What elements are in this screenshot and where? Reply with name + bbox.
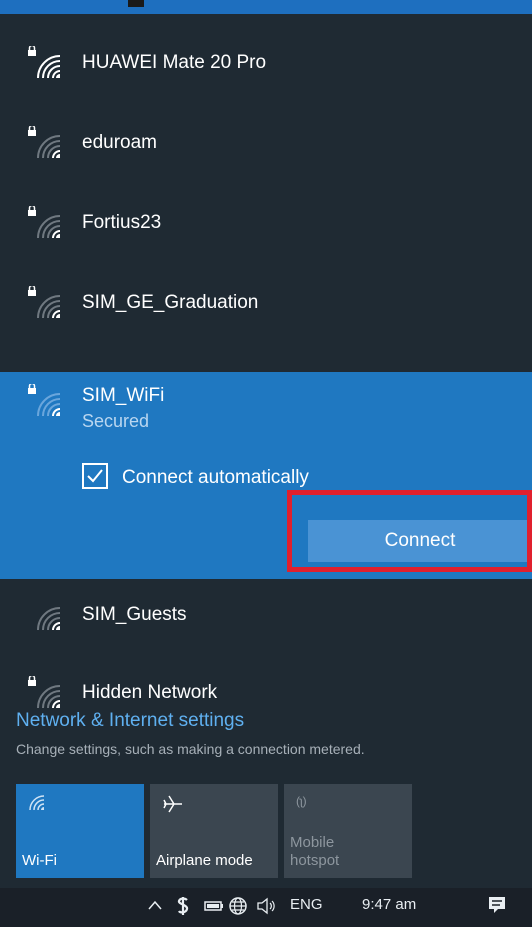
secured-wifi-icon: [28, 46, 61, 79]
checkmark-icon: [87, 469, 103, 483]
wifi-icon: [29, 795, 45, 811]
network-name: SIM_GE_Graduation: [82, 292, 259, 313]
network-item-sim-ge-graduation[interactable]: SIM_GE_Graduation: [0, 264, 532, 344]
wifi-toggle-tile[interactable]: Wi-Fi: [16, 784, 144, 878]
airplane-tile-label: Airplane mode: [156, 852, 253, 869]
action-center-icon[interactable]: [486, 894, 508, 916]
airplane-mode-tile[interactable]: Airplane mode: [150, 784, 278, 878]
network-security-status: Secured: [82, 411, 150, 431]
secured-wifi-icon: [28, 126, 61, 159]
clock[interactable]: 9:47 am: [362, 896, 416, 913]
window-top-strip: [0, 0, 532, 14]
wifi-icon: [37, 607, 61, 631]
network-name: HUAWEI Mate 20 Pro: [82, 52, 267, 73]
network-name: eduroam: [82, 132, 157, 153]
taskbar: ENG 9:47 am: [0, 888, 532, 927]
airplane-icon: [163, 795, 182, 813]
network-name: Fortius23: [82, 212, 162, 233]
network-settings-link[interactable]: Network & Internet settings: [16, 710, 244, 732]
dollar-app-icon[interactable]: [176, 896, 190, 916]
secured-wifi-icon: [28, 286, 61, 319]
hotspot-tile-label: Mobile hotspot: [290, 834, 340, 869]
wifi-tile-label: Wi-Fi: [22, 852, 57, 869]
hotspot-icon: (ʅ): [296, 794, 307, 808]
network-item-sim-guests[interactable]: SIM_Guests: [0, 576, 532, 656]
secured-wifi-icon: [28, 676, 61, 709]
network-name: SIM_Guests: [82, 604, 187, 625]
secured-wifi-icon: [28, 206, 61, 239]
mobile-hotspot-tile[interactable]: (ʅ) Mobile hotspot: [284, 784, 412, 878]
network-item-eduroam[interactable]: eduroam: [0, 104, 532, 184]
network-name: SIM_WiFi: [82, 385, 165, 406]
connect-button[interactable]: Connect: [308, 520, 532, 562]
language-indicator[interactable]: ENG: [290, 896, 323, 913]
network-flyout: HUAWEI Mate 20 Pro eduroam Fortius23 SIM…: [0, 14, 532, 782]
connect-automatically-checkbox[interactable]: [82, 463, 108, 489]
network-settings-description: Change settings, such as making a connec…: [16, 741, 365, 757]
globe-network-icon[interactable]: [228, 896, 248, 916]
network-item-fortius23[interactable]: Fortius23: [0, 184, 532, 264]
secured-wifi-icon: [28, 384, 61, 417]
network-item-sim-wifi-selected[interactable]: SIM_WiFi Secured Connect automatically C…: [0, 372, 532, 579]
top-strip-notch: [128, 0, 144, 7]
connect-automatically-label[interactable]: Connect automatically: [122, 467, 309, 489]
volume-icon[interactable]: [256, 896, 276, 916]
chevron-up-icon[interactable]: [148, 900, 162, 910]
network-item-huawei-mate-20-pro[interactable]: HUAWEI Mate 20 Pro: [0, 24, 532, 104]
network-name: Hidden Network: [82, 682, 218, 703]
battery-icon[interactable]: [204, 900, 224, 912]
